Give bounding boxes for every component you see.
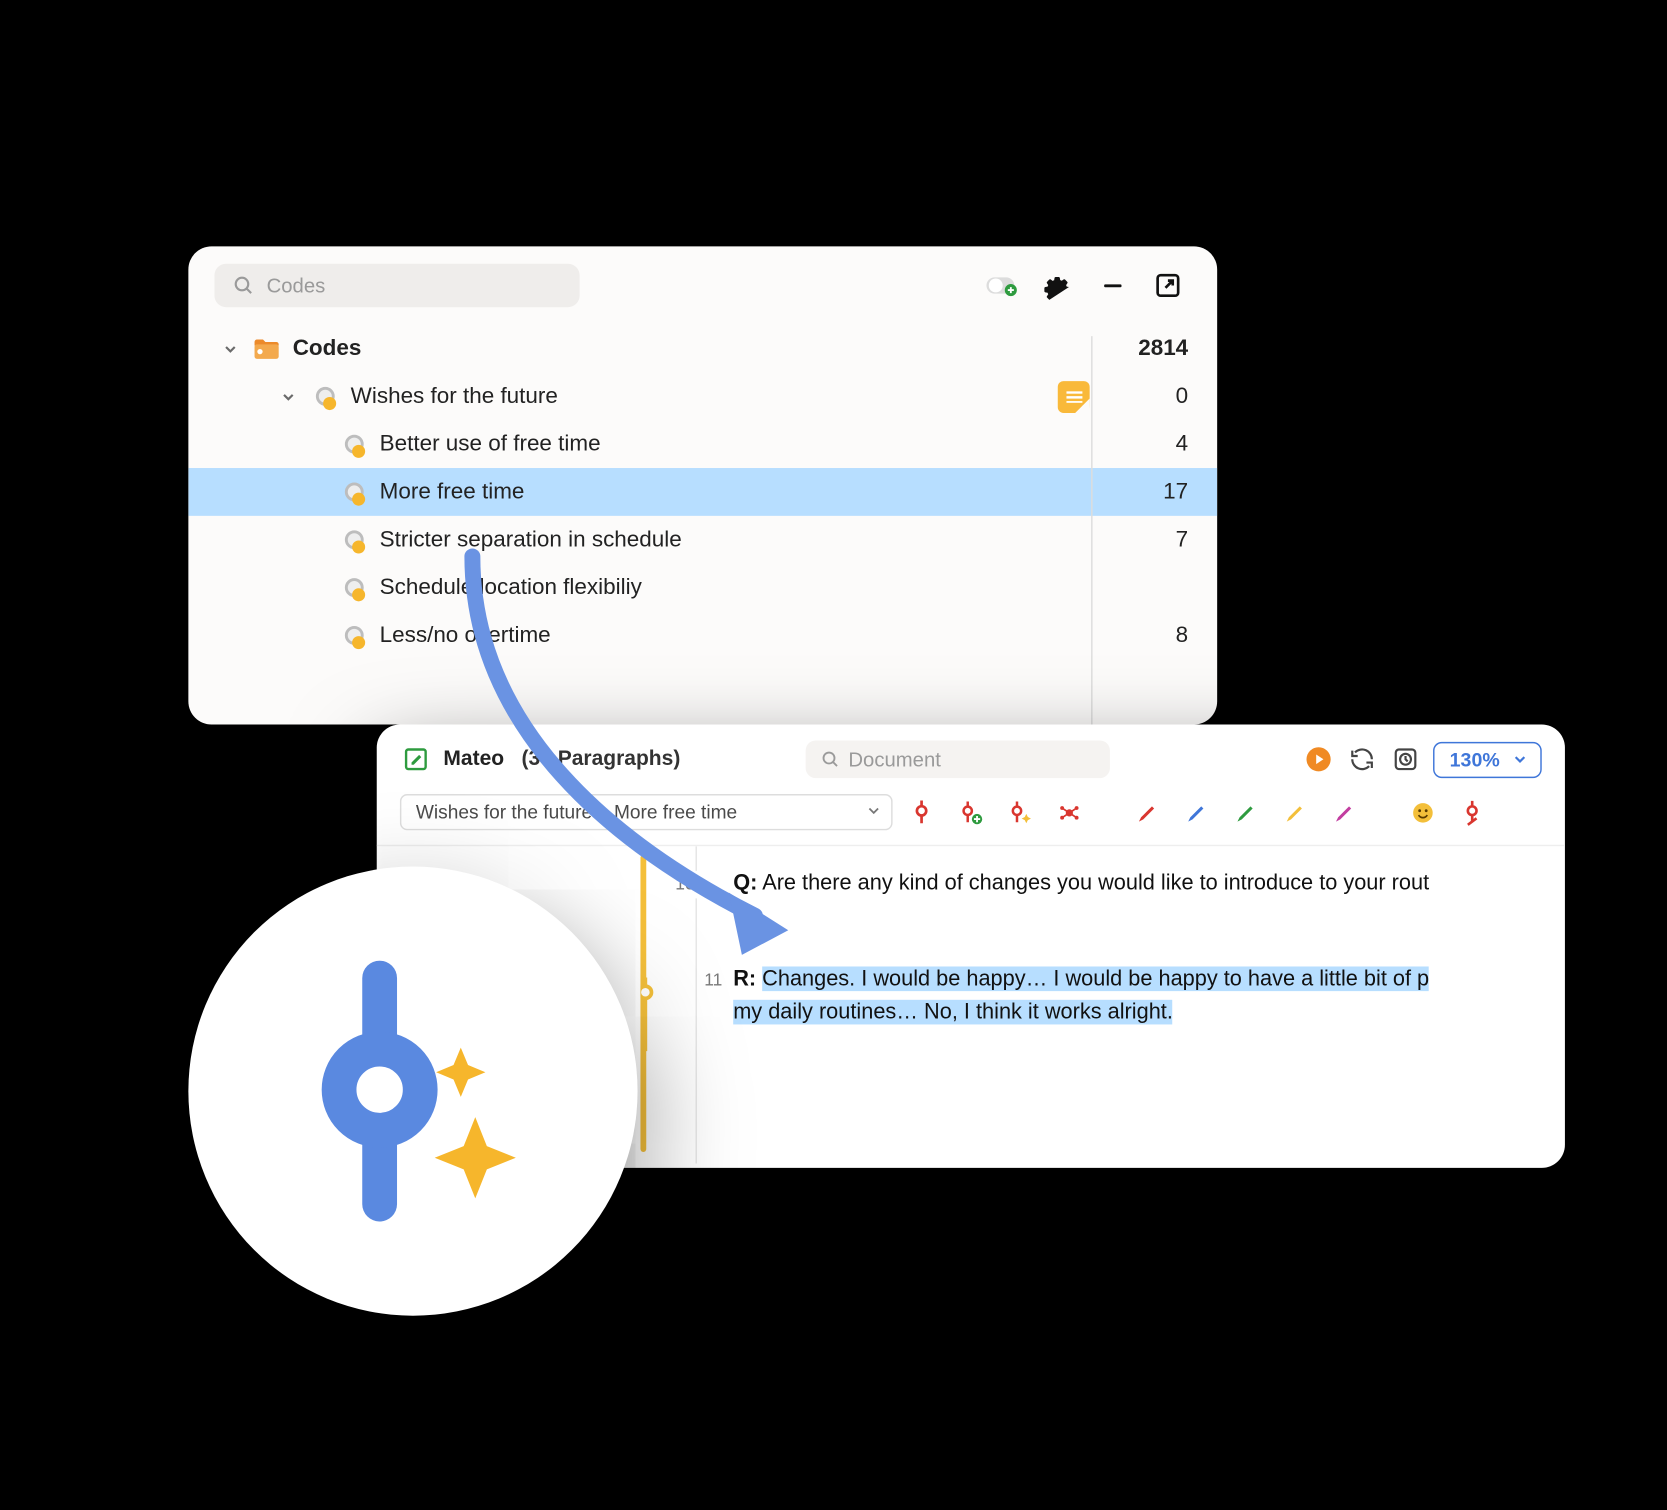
code-label: Schedule/location flexibiliy [380,575,1090,601]
speaker-r: R: [733,966,756,991]
codes-root-label: Codes [293,335,1090,361]
chevron-down-icon [865,801,882,823]
code-ai-icon[interactable] [1006,798,1035,827]
refresh-icon [1350,746,1376,772]
code-label: More free time [380,479,1090,505]
edit-document-icon[interactable] [400,743,432,775]
document-search-placeholder: Document [848,748,940,771]
code-count: 4 [1101,431,1188,457]
code-count: 17 [1101,479,1188,505]
document-search-input[interactable]: Document [805,740,1109,778]
paragraph-number: 10 [669,871,700,898]
chevron-down-icon[interactable] [220,340,240,357]
code-group-label: Wishes for the future [351,383,1047,409]
code-group-row[interactable]: Wishes for the future 0 [188,372,1217,420]
paragraph-number: 11 [698,966,728,993]
ai-code-sparkle-icon [290,961,536,1222]
codes-root-count: 2814 [1101,335,1188,361]
document-name: Mateo [443,748,504,771]
code-invivo-icon[interactable] [1055,798,1084,827]
highlighter-yellow-icon[interactable] [1281,798,1310,827]
code-label: Less/no overtime [380,622,1090,648]
highlighter-magenta-icon[interactable] [1330,798,1359,827]
code-dot-icon [310,382,339,411]
code-row[interactable]: Less/no overtime 8 [188,611,1217,659]
settings-button[interactable] [1037,267,1078,305]
play-button[interactable] [1303,743,1335,775]
zoom-value: 130% [1450,748,1500,770]
code-label: Stricter separation in schedule [380,527,1090,553]
document-toolbar: Mateo (36 Paragraphs) Document 130% [377,725,1565,787]
code-row[interactable]: Schedule/location flexibiliy [188,564,1217,612]
code-count: 7 [1101,527,1188,553]
code-count: 8 [1101,622,1188,648]
code-apply-icon[interactable] [907,798,936,827]
timestamp-button[interactable] [1390,743,1422,775]
r-line1: Changes. I would be happy… I would be ha… [762,966,1429,991]
speaker-q: Q: [733,871,757,896]
note-icon[interactable] [1058,380,1090,412]
zoom-selector[interactable]: 130% [1434,741,1542,777]
codes-search-placeholder: Codes [267,274,326,297]
highlighter-red-icon[interactable] [1133,798,1162,827]
refresh-button[interactable] [1347,743,1379,775]
highlighter-green-icon[interactable] [1232,798,1261,827]
minus-icon [1100,272,1126,298]
gear-icon [1043,271,1072,300]
code-label: Better use of free time [380,431,1090,457]
code-dot-icon [339,573,368,602]
vertical-divider [1091,336,1092,724]
play-icon [1305,745,1334,774]
codes-system-panel: Codes [188,246,1217,724]
coding-toolbar: Wishes for the future > More free time [377,787,1565,845]
code-dot-icon [339,525,368,554]
code-add-icon[interactable] [956,798,985,827]
minimize-button[interactable] [1093,267,1134,305]
popout-icon [1153,271,1182,300]
search-icon [232,274,255,297]
codes-root-row[interactable]: Codes 2814 [188,325,1217,373]
add-code-toggle-icon[interactable] [982,267,1023,305]
popout-button[interactable] [1148,267,1189,305]
search-icon [819,749,839,769]
code-group-count: 0 [1101,383,1188,409]
codes-toolbar: Codes [188,246,1217,324]
document-meta: (36 Paragraphs) [522,748,681,771]
ai-code-feature-badge [188,867,637,1316]
highlighter-blue-icon[interactable] [1182,798,1211,827]
clock-icon [1393,746,1419,772]
code-dot-icon [339,621,368,650]
code-dot-icon [339,477,368,506]
codes-tree: Codes 2814 Wishes for the future 0 Bette… [188,325,1217,660]
remove-code-icon[interactable] [1458,798,1487,827]
r-line2: my daily routines… No, I think it works … [733,1000,1173,1025]
code-bracket-icon [640,968,672,1061]
breadcrumb-text: Wishes for the future > More free time [416,801,737,823]
code-dot-icon [339,430,368,459]
codes-search-input[interactable]: Codes [214,264,579,307]
code-row[interactable]: More free time 17 [188,468,1217,516]
paragraph-r[interactable]: 11 R: Changes. I would be happy… I would… [733,962,1547,1029]
chevron-down-icon [1511,751,1528,768]
emoji-icon[interactable] [1408,798,1437,827]
paragraph-q[interactable]: 10 Q: Are there any kind of changes you … [733,867,1547,901]
code-row[interactable]: Stricter separation in schedule 7 [188,516,1217,564]
code-row[interactable]: Better use of free time 4 [188,420,1217,468]
folder-icon [252,335,281,361]
q-text: Are there any kind of changes you would … [762,871,1429,896]
chevron-down-icon[interactable] [278,388,298,405]
code-breadcrumb-selector[interactable]: Wishes for the future > More free time [400,794,893,830]
